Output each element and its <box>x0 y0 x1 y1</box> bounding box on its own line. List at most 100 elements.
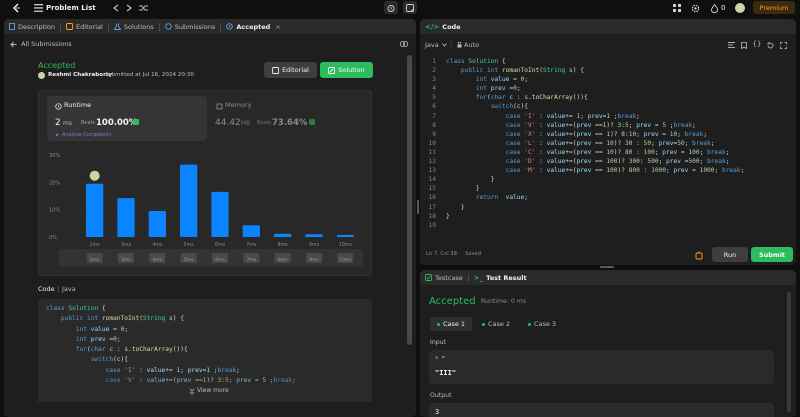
tab-editorial[interactable]: Editorial <box>61 19 108 34</box>
flask-icon <box>113 23 121 30</box>
chevron-left-icon[interactable] <box>111 3 121 13</box>
premium-button[interactable]: Premium <box>753 1 795 14</box>
case-3-tab[interactable]: Case 3 <box>522 317 562 331</box>
all-submissions-link[interactable]: All Submissions <box>21 40 72 48</box>
settings-gear-icon[interactable] <box>690 3 700 13</box>
code-panel-header: </> Code <box>420 19 796 34</box>
bookmark-icon[interactable] <box>740 41 748 49</box>
chart-bar[interactable] <box>180 164 198 237</box>
case-1-tab[interactable]: Case 1 <box>430 317 472 331</box>
chart-bar[interactable] <box>148 211 166 237</box>
case-2-label: Case 2 <box>487 320 511 328</box>
code-line[interactable]: 19 <box>420 221 796 230</box>
reset-icon[interactable] <box>766 41 774 49</box>
input-value: "III" <box>435 369 457 377</box>
chart-y-tick-label: 30% <box>49 153 60 159</box>
code-section-lang: Java <box>62 285 76 293</box>
chevron-right-icon[interactable] <box>124 3 134 13</box>
runtime-beats-label: Beats <box>81 120 96 126</box>
notes-button[interactable] <box>403 1 417 14</box>
left-scrollbar[interactable] <box>407 55 412 345</box>
tab-testcase[interactable]: Testcase <box>420 270 468 285</box>
code-line[interactable]: 8 case 'V' : value+=(prev ==1)? 3:5; pre… <box>420 121 796 130</box>
chart-bar[interactable] <box>242 225 260 237</box>
run-button[interactable]: Run <box>712 247 748 262</box>
code-line[interactable]: 4 int prev =0; <box>420 84 796 93</box>
code-line[interactable]: 2 public int romanToInt(String s) { <box>420 66 796 75</box>
code-line[interactable]: 9 case 'X' : value+=(prev == 1)? 8:10; p… <box>420 130 796 139</box>
result-scrollbar[interactable] <box>787 292 791 412</box>
code-line[interactable]: 13 case 'M' : value+=(prev == 100)? 800 … <box>420 166 796 175</box>
memory-label[interactable]: Memory <box>225 101 251 109</box>
tab-description[interactable]: Description <box>4 19 60 34</box>
terminal-icon: >_ <box>473 273 484 282</box>
code-line[interactable]: 3 int value = 0; <box>420 75 796 84</box>
grid-menu-icon[interactable] <box>672 3 682 13</box>
solution-button[interactable]: Solution <box>320 62 373 78</box>
chart-bar[interactable] <box>336 234 354 237</box>
code-line[interactable]: 6 switch(c){ <box>420 102 796 111</box>
horizontal-resize-handle[interactable] <box>600 266 614 268</box>
leetcode-logo-icon[interactable] <box>11 3 21 13</box>
code-line[interactable]: 17 } <box>420 203 796 212</box>
memory-chip-icon <box>215 102 223 110</box>
braces-icon[interactable]: {} <box>753 40 762 48</box>
analyze-complexity-link[interactable]: Analyze Complexity <box>62 132 112 138</box>
chart-x-tick-label: 10ms <box>339 242 353 248</box>
code-line[interactable]: 10 case 'L' : value+=(prev == 10)? 30 : … <box>420 139 796 148</box>
code-editor[interactable]: 1 class Solution {2 public int romanToInt… <box>420 57 796 247</box>
auto-mode-label[interactable]: Auto <box>464 41 479 49</box>
tab-accepted[interactable]: Accepted × <box>221 19 285 34</box>
book-icon <box>272 66 280 74</box>
tab-test-result[interactable]: >_ Test Result <box>469 270 532 285</box>
test-tabs-bar: Testcase >_ Test Result <box>420 270 796 285</box>
vertical-resize-handle[interactable] <box>417 200 419 214</box>
problem-list-link[interactable]: Problem List <box>46 4 96 12</box>
close-tab-icon[interactable]: × <box>275 23 280 31</box>
view-more-link[interactable]: View more <box>197 387 229 394</box>
code-line[interactable]: 18} <box>420 212 796 221</box>
minimap-label: 10ms <box>339 257 352 263</box>
code-line[interactable]: 7 case 'I' : value+= 1; prev=1 ;break; <box>420 112 796 121</box>
chart-y-tick-label: 0% <box>49 235 57 241</box>
runtime-unit: ms <box>63 120 72 127</box>
code-line[interactable]: 15 } <box>420 184 796 193</box>
author-name[interactable]: Reshmi Chakraborty <box>48 72 112 78</box>
output-box[interactable] <box>429 403 774 417</box>
chart-bar[interactable] <box>274 233 292 237</box>
test-runtime: Runtime: 0 ms <box>481 298 527 305</box>
user-avatar[interactable] <box>735 3 745 13</box>
doc-icon <box>9 23 15 30</box>
case-2-tab[interactable]: Case 2 <box>476 317 516 331</box>
language-select[interactable]: Java <box>425 41 439 49</box>
code-line[interactable]: 11 case 'C' : value+=(prev == 10)? 80 : … <box>420 148 796 157</box>
code-line[interactable]: 5 for(char c : s.toCharArray()){ <box>420 93 796 102</box>
timer-button[interactable] <box>384 1 398 14</box>
editorial-button[interactable]: Editorial <box>264 62 317 78</box>
debug-icon[interactable] <box>694 250 704 260</box>
shuffle-icon[interactable] <box>138 3 148 13</box>
streak-flame-icon[interactable] <box>709 3 719 13</box>
chart-bar[interactable] <box>211 191 229 237</box>
chart-bar[interactable] <box>86 183 104 237</box>
minimap-label: 3ms <box>121 257 131 263</box>
checkbox-icon <box>425 274 432 281</box>
chart-bar[interactable] <box>117 198 135 237</box>
author-avatar[interactable] <box>38 72 45 79</box>
chart-bar[interactable] <box>305 234 323 237</box>
expand-icon[interactable] <box>779 41 787 49</box>
code-line[interactable]: 12 case 'D' : value+=(prev == 100)? 300:… <box>420 157 796 166</box>
tab-submissions[interactable]: Submissions <box>160 19 221 34</box>
format-lines-icon[interactable] <box>727 41 735 49</box>
share-link-icon[interactable] <box>400 40 408 48</box>
code-line[interactable]: 1 class Solution { <box>420 57 796 66</box>
chevron-double-down-icon[interactable] <box>188 387 196 395</box>
back-arrow-icon[interactable] <box>9 40 17 48</box>
list-icon[interactable] <box>33 3 43 13</box>
input-box[interactable] <box>429 350 774 384</box>
code-line[interactable]: 14 } <box>420 175 796 184</box>
tab-solutions[interactable]: Solutions <box>109 19 159 34</box>
tab-code[interactable]: </> Code <box>420 19 466 34</box>
code-line[interactable]: 16 return value; <box>420 193 796 202</box>
submit-button[interactable]: Submit <box>751 247 793 262</box>
